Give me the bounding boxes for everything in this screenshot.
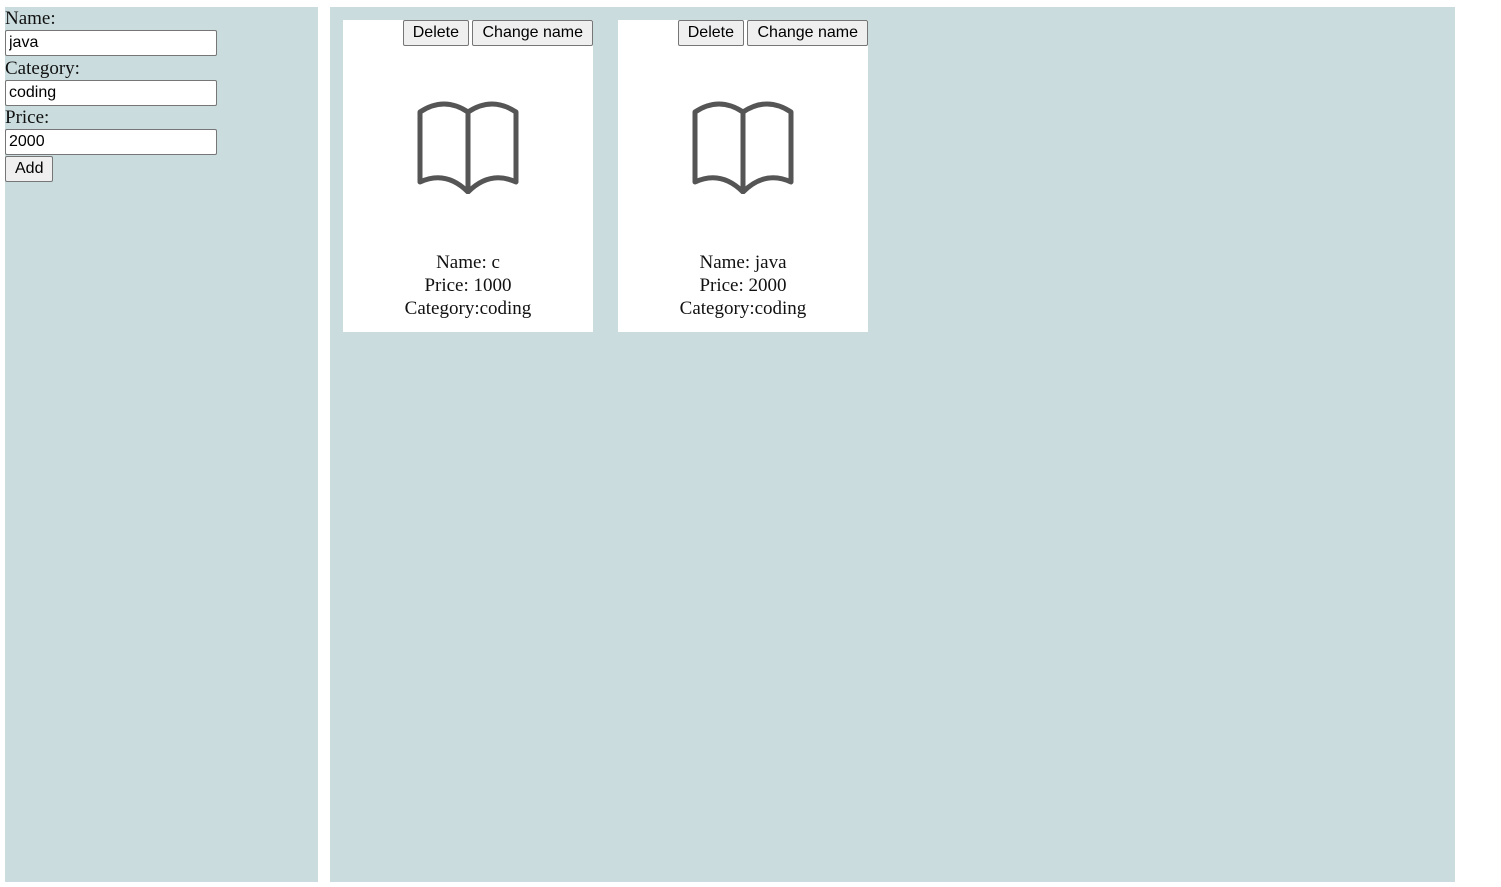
item-price-text: Price: 2000 <box>699 275 787 296</box>
item-category-text: Category:coding <box>679 298 807 319</box>
items-panel: Delete Change name Name: c Price: 1000 C… <box>330 7 1455 882</box>
item-name-text: Name: java <box>699 252 787 273</box>
category-input[interactable] <box>5 80 217 106</box>
change-name-button[interactable]: Change name <box>747 20 868 46</box>
item-name-text: Name: c <box>436 252 500 273</box>
item-category-text: Category:coding <box>404 298 532 319</box>
add-item-form: Name: Category: Price: Add <box>5 7 318 882</box>
delete-button[interactable]: Delete <box>402 20 469 46</box>
item-card: Delete Change name Name: c Price: 1000 C… <box>343 20 593 332</box>
add-button[interactable]: Add <box>5 156 54 182</box>
book-open-icon <box>692 101 794 194</box>
item-details: Name: java Price: 2000 Category:coding <box>618 251 868 320</box>
price-input[interactable] <box>5 129 217 155</box>
category-label: Category: <box>5 58 80 79</box>
price-label: Price: <box>5 107 50 128</box>
name-input[interactable] <box>5 30 217 56</box>
change-name-button[interactable]: Change name <box>472 20 593 46</box>
item-price-text: Price: 1000 <box>424 275 512 296</box>
name-label: Name: <box>5 8 56 29</box>
item-card: Delete Change name Name: java Price: 200… <box>618 20 868 332</box>
book-open-icon <box>417 101 519 194</box>
delete-button[interactable]: Delete <box>677 20 744 46</box>
item-details: Name: c Price: 1000 Category:coding <box>343 251 593 320</box>
